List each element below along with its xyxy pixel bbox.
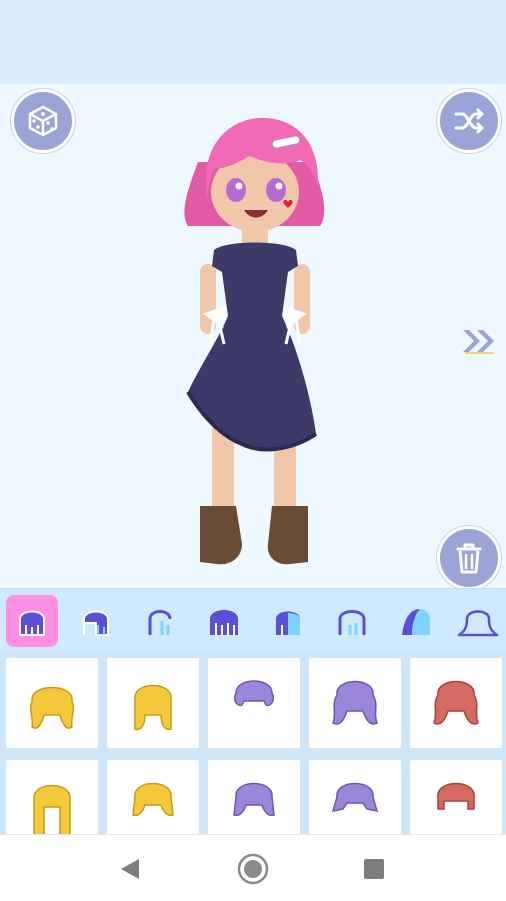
hair-option-10[interactable] [410,760,502,834]
shuffle-button[interactable] [437,89,501,153]
randomize-button[interactable] [11,89,75,153]
hair-bob-blonde-icon [132,782,174,817]
hair-option-6[interactable] [6,760,98,834]
left-eye [226,178,246,202]
hair-side-icon [83,610,109,636]
hair-options-grid [0,652,506,834]
avatar-character [184,117,325,565]
back-triangle-icon [121,859,139,879]
tab-hair-back[interactable] [326,595,378,647]
dice-icon [28,105,58,137]
hair-outline-icon [457,610,499,637]
hair-bob-purple-icon [233,782,275,817]
delete-button[interactable] [437,526,501,590]
hair-blunt-red-icon [437,782,475,810]
double-chevron-right-icon[interactable] [460,326,500,356]
hair-back-icon [338,610,366,635]
hair-profile-icon [148,610,172,635]
right-eye [266,178,286,202]
hair-option-8[interactable] [208,760,300,834]
hair-wavy-purple-icon [233,680,275,707]
tab-bangs[interactable] [198,595,250,647]
trash-icon [456,543,482,574]
right-boot [267,506,308,565]
top-bar [0,0,506,84]
hair-option-4[interactable] [309,658,401,748]
bangs-icon [210,610,238,635]
hair-front-icon [19,610,45,636]
home-button[interactable] [233,849,273,889]
tab-hair-half[interactable] [390,595,442,647]
bangs-side-icon [276,611,300,635]
tab-hair-outline[interactable] [452,595,504,647]
hair-flip-purple-icon [331,782,379,812]
hair-half-icon [402,609,430,635]
recents-square-icon [364,859,384,879]
tab-hair-front[interactable] [6,595,58,647]
eye-shine-right [275,182,283,190]
hair-option-9[interactable] [309,760,401,834]
hair-option-5[interactable] [410,658,502,748]
hair-straight-blonde-icon [134,684,172,731]
hair-curly-purple-icon [332,680,378,725]
tab-bangs-side[interactable] [262,595,314,647]
hair-option-2[interactable] [107,658,199,748]
system-nav-bar [0,834,506,901]
tab-hair-profile[interactable] [134,595,186,647]
left-boot [200,506,242,565]
hair-wavy-blonde-icon [29,686,75,729]
hair-option-1[interactable] [6,658,98,748]
hair-option-7[interactable] [107,760,199,834]
home-circle-icon [237,853,269,885]
recents-button[interactable] [354,849,394,889]
eye-shine-left [235,182,243,190]
tab-hair-side[interactable] [70,595,122,647]
hair-option-3[interactable] [208,658,300,748]
hair-curly-red-icon [433,680,479,725]
category-tabs [0,588,506,653]
hair-bangs-blonde-icon [33,784,71,834]
shuffle-icon [454,108,484,134]
back-button[interactable] [110,849,150,889]
